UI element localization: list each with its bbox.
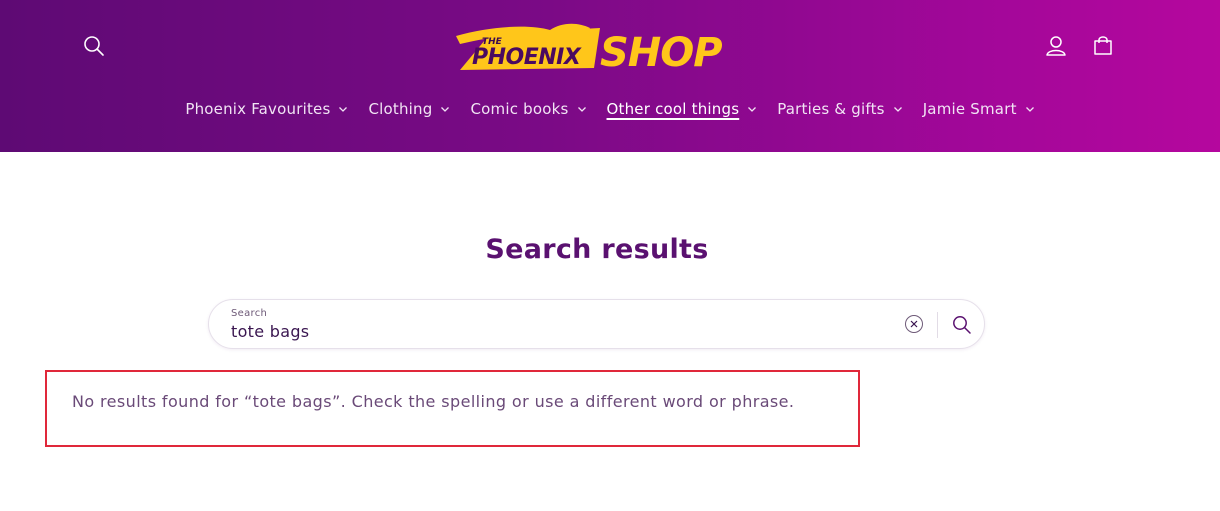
- no-results-highlight: No results found for “tote bags”. Check …: [45, 370, 860, 447]
- search-divider: [937, 312, 938, 338]
- nav-item-other-cool-things[interactable]: Other cool things: [597, 96, 768, 122]
- nav-item-clothing[interactable]: Clothing: [358, 96, 460, 122]
- chevron-down-icon: [893, 107, 902, 112]
- nav-item-phoenix-favourites[interactable]: Phoenix Favourites: [175, 96, 358, 122]
- chevron-down-icon: [339, 107, 348, 112]
- search-icon: [84, 36, 104, 56]
- nav-item-label: Comic books: [470, 100, 569, 118]
- phoenix-logo-icon: THE PHOENIX SHOP: [456, 23, 723, 76]
- search-icon: [953, 316, 971, 334]
- logo-brand-text: PHOENIX: [472, 45, 582, 70]
- cart-button[interactable]: [1089, 32, 1117, 60]
- search-form: Search: [208, 299, 985, 349]
- logo-shop-text: SHOP: [600, 30, 722, 74]
- site-logo[interactable]: THE PHOENIX SHOP: [450, 20, 746, 76]
- nav-item-jamie-smart[interactable]: Jamie Smart: [913, 96, 1045, 122]
- search-submit-button[interactable]: [949, 312, 975, 338]
- search-field-label: Search: [231, 308, 268, 319]
- account-icon: [1046, 36, 1066, 56]
- cart-icon: [1094, 36, 1112, 55]
- nav-item-label: Jamie Smart: [922, 100, 1017, 118]
- nav-item-parties-gifts[interactable]: Parties & gifts: [767, 96, 912, 122]
- no-results-message: No results found for “tote bags”. Check …: [72, 392, 795, 411]
- nav-item-label: Clothing: [368, 100, 433, 118]
- nav-item-label: Other cool things: [606, 100, 740, 118]
- page-title: Search results: [485, 234, 709, 265]
- site-header: THE PHOENIX SHOP Phoenix Favourites Clot…: [0, 0, 1220, 152]
- chevron-down-icon: [577, 107, 586, 112]
- nav-item-label: Phoenix Favourites: [185, 100, 331, 118]
- nav-item-label: Parties & gifts: [777, 100, 885, 118]
- chevron-down-icon: [748, 107, 757, 112]
- close-icon: [910, 320, 918, 328]
- main-navigation: Phoenix Favourites Clothing Comic books …: [0, 96, 1220, 122]
- nav-item-comic-books[interactable]: Comic books: [460, 96, 596, 122]
- header-search-button[interactable]: [80, 32, 108, 60]
- account-button[interactable]: [1042, 32, 1070, 60]
- chevron-down-icon: [1025, 107, 1034, 112]
- chevron-down-icon: [441, 107, 450, 112]
- clear-search-button[interactable]: [905, 315, 923, 333]
- search-input[interactable]: [231, 322, 831, 341]
